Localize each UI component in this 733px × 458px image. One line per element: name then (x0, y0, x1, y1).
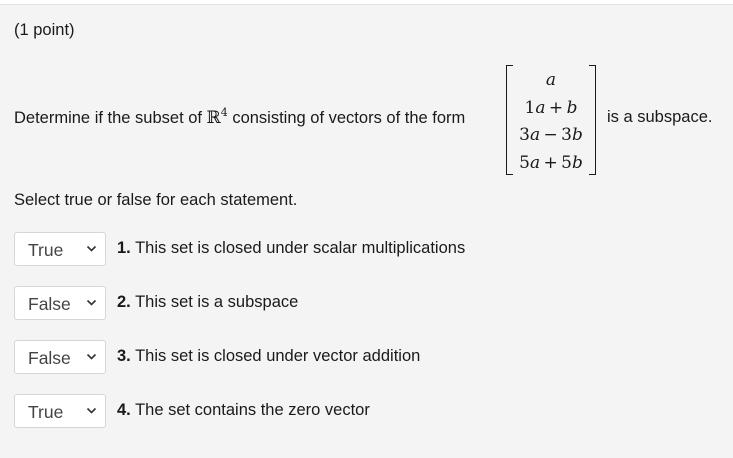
vector-matrix: a 1a + b 3a − 3b 5a + 5b (506, 65, 596, 175)
vector-entry-1: a (545, 70, 557, 90)
problem-panel: (1 point) Determine if the subset of ℝ4 … (0, 4, 733, 458)
select-value: True (28, 240, 64, 260)
select-value: False (28, 294, 71, 314)
statement-label: This set is closed under scalar multipli… (135, 239, 466, 257)
prompt-before: Determine if the subset of (14, 109, 207, 127)
statement-row-1: True 1. This set is closed under scalar … (14, 232, 714, 266)
true-false-select-2[interactable]: False (14, 286, 106, 320)
true-false-select-4[interactable]: True (14, 394, 106, 428)
prompt-text: Determine if the subset of ℝ4 consisting… (14, 106, 466, 128)
vector-entry-4: 5a + 5b (519, 152, 583, 173)
set-exponent: 4 (220, 106, 228, 119)
question-prompt: Determine if the subset of ℝ4 consisting… (14, 62, 729, 177)
vector-entry-2: 1a + b (524, 97, 578, 118)
set-symbol: ℝ (206, 108, 221, 128)
true-false-select-1[interactable]: True (14, 232, 106, 266)
chevron-down-icon (86, 407, 97, 414)
select-value: True (28, 402, 64, 422)
prompt-after: is a subspace. (607, 108, 713, 126)
prompt-middle: consisting of vectors of the form (227, 109, 466, 127)
statement-text: 2. This set is a subspace (117, 293, 298, 312)
statement-number: 3. (117, 347, 131, 365)
statement-row-2: False 2. This set is a subspace (14, 286, 714, 320)
true-false-select-3[interactable]: False (14, 340, 106, 374)
statement-text: 1. This set is closed under scalar multi… (117, 239, 465, 258)
statement-text: 3. This set is closed under vector addit… (117, 347, 420, 366)
statement-label: The set contains the zero vector (135, 401, 370, 419)
statement-row-3: False 3. This set is closed under vector… (14, 340, 714, 374)
statement-number: 2. (117, 293, 131, 311)
right-bracket (589, 65, 596, 175)
statement-label: This set is a subspace (135, 293, 299, 311)
select-value: False (28, 348, 71, 368)
chevron-down-icon (86, 353, 97, 360)
vector-entry-3: 3a − 3b (519, 125, 583, 145)
chevron-down-icon (86, 245, 97, 252)
statement-row-4: True 4. The set contains the zero vector (14, 394, 714, 428)
statement-number: 4. (117, 401, 131, 419)
instructions: Select true or false for each statement. (14, 191, 298, 209)
chevron-down-icon (86, 299, 97, 306)
statement-number: 1. (117, 239, 131, 257)
points-label: (1 point) (14, 21, 75, 39)
statement-text: 4. The set contains the zero vector (117, 401, 370, 420)
left-bracket (506, 65, 513, 175)
statement-label: This set is closed under vector addition (135, 347, 421, 365)
